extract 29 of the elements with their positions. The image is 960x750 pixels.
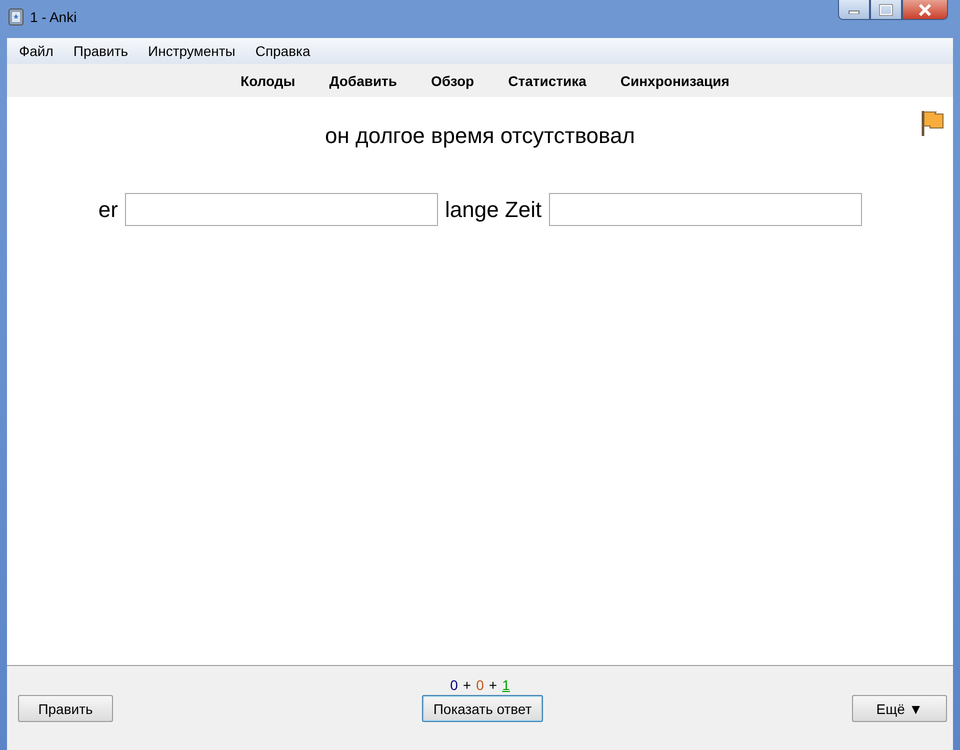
menu-item[interactable]: Справка bbox=[245, 40, 320, 62]
app-icon bbox=[8, 8, 24, 26]
close-icon bbox=[918, 4, 932, 16]
more-button[interactable]: Ещё ▼ bbox=[852, 695, 947, 722]
question-text: он долгое время отсутствовал bbox=[324, 123, 636, 149]
menu-item[interactable]: Инструменты bbox=[138, 40, 246, 62]
plus-sign: + bbox=[462, 677, 472, 693]
answer-field[interactable] bbox=[548, 193, 862, 226]
cloze-text: lange Zeit bbox=[444, 196, 542, 222]
answer-field[interactable] bbox=[124, 193, 438, 226]
toolbar-link[interactable]: Колоды bbox=[240, 72, 296, 88]
toolbar-link[interactable]: Синхронизация bbox=[620, 72, 730, 88]
menu-item[interactable]: Файл bbox=[9, 40, 64, 62]
menu-item[interactable]: Править bbox=[63, 40, 138, 62]
toolbar-link[interactable]: Добавить bbox=[329, 72, 398, 88]
close-button[interactable] bbox=[902, 0, 948, 20]
maximize-icon bbox=[879, 4, 893, 16]
window-title: 1 - Anki bbox=[30, 9, 77, 25]
cloze-text: er bbox=[98, 196, 118, 222]
card-count: 0 bbox=[476, 677, 484, 693]
card-count: 0 bbox=[450, 677, 458, 693]
minimize-button[interactable] bbox=[838, 0, 870, 20]
show-answer-button[interactable]: Показать ответ bbox=[422, 695, 543, 722]
toolbar-link[interactable]: Статистика bbox=[508, 72, 586, 88]
maximize-button[interactable] bbox=[870, 0, 902, 20]
edit-button[interactable]: Править bbox=[18, 695, 113, 722]
card-count: 1 bbox=[502, 677, 510, 693]
toolbar-link[interactable]: Обзор bbox=[431, 72, 474, 88]
plus-sign: + bbox=[488, 677, 498, 693]
